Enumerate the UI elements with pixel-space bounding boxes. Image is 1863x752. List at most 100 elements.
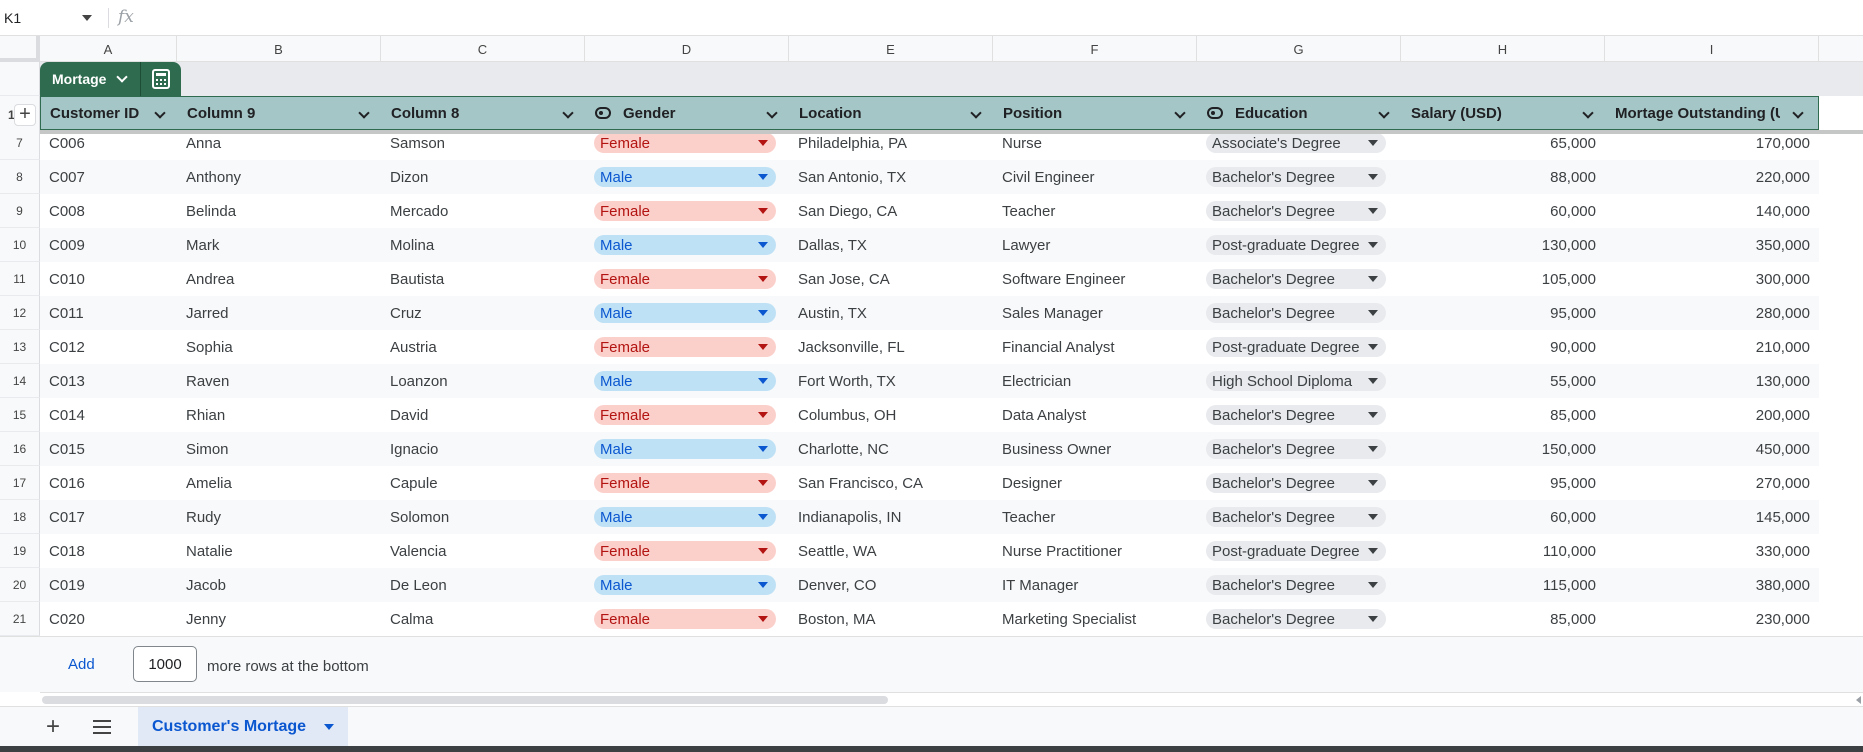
table-cell[interactable]: Austin, TX bbox=[789, 296, 993, 330]
chevron-down-icon[interactable] bbox=[116, 71, 129, 83]
insert-row-plus-icon[interactable]: + bbox=[14, 104, 36, 126]
education-dropdown-chip[interactable]: Bachelor's Degree bbox=[1206, 201, 1386, 221]
table-row[interactable]: C015 Simon Ignacio Male Charlotte, NC Busines… bbox=[40, 432, 1819, 466]
gender-dropdown-chip[interactable]: Male bbox=[594, 507, 776, 527]
table-cell[interactable]: 140,000 bbox=[1605, 194, 1819, 228]
table-cell[interactable]: Denver, CO bbox=[789, 568, 993, 602]
table-cell[interactable]: 210,000 bbox=[1605, 330, 1819, 364]
table-cell[interactable]: 230,000 bbox=[1605, 602, 1819, 636]
education-dropdown-chip[interactable]: Bachelor's Degree bbox=[1206, 303, 1386, 323]
add-sheet-plus-icon[interactable]: + bbox=[46, 713, 60, 741]
table-cell[interactable]: Male bbox=[585, 364, 789, 398]
table-header-cell[interactable]: Column 8 bbox=[382, 97, 586, 129]
dropdown-arrow-icon[interactable] bbox=[1368, 548, 1378, 554]
row-header[interactable]: 18 bbox=[0, 500, 40, 534]
column-header-h[interactable]: H bbox=[1401, 36, 1605, 62]
table-row[interactable]: C014 Rhian David Female Columbus, OH Data Ana… bbox=[40, 398, 1819, 432]
row-header[interactable]: 20 bbox=[0, 568, 40, 602]
table-cell[interactable]: Nurse Practitioner bbox=[993, 534, 1197, 568]
table-cell[interactable]: San Diego, CA bbox=[789, 194, 993, 228]
table-cell[interactable]: Solomon bbox=[381, 500, 585, 534]
dropdown-arrow-icon[interactable] bbox=[758, 412, 768, 418]
table-row[interactable]: C016 Amelia Capule Female San Francisco, CA D… bbox=[40, 466, 1819, 500]
table-cell[interactable]: Data Analyst bbox=[993, 398, 1197, 432]
table-header-cell[interactable]: Mortage Outstanding (USD) bbox=[1606, 97, 1804, 129]
gender-dropdown-chip[interactable]: Female bbox=[594, 405, 776, 425]
table-cell[interactable]: 130,000 bbox=[1401, 228, 1605, 262]
education-dropdown-chip[interactable]: Bachelor's Degree bbox=[1206, 405, 1386, 425]
table-cell[interactable]: Bachelor's Degree bbox=[1197, 262, 1401, 296]
table-cell[interactable]: 350,000 bbox=[1605, 228, 1819, 262]
table-cell[interactable]: Molina bbox=[381, 228, 585, 262]
table-cell[interactable]: 200,000 bbox=[1605, 398, 1819, 432]
table-cell[interactable]: Civil Engineer bbox=[993, 160, 1197, 194]
row-header[interactable]: 15 bbox=[0, 398, 40, 432]
table-cell[interactable]: Financial Analyst bbox=[993, 330, 1197, 364]
dropdown-arrow-icon[interactable] bbox=[1368, 378, 1378, 384]
chevron-down-icon[interactable] bbox=[358, 107, 370, 119]
column-header-a[interactable]: A bbox=[40, 36, 177, 62]
table-cell[interactable]: Lawyer bbox=[993, 228, 1197, 262]
table-cell[interactable]: 450,000 bbox=[1605, 432, 1819, 466]
chevron-down-icon[interactable] bbox=[324, 724, 334, 730]
table-cell[interactable]: C007 bbox=[40, 160, 177, 194]
gender-dropdown-chip[interactable]: Female bbox=[594, 337, 776, 357]
table-cell[interactable]: 220,000 bbox=[1605, 160, 1819, 194]
table-cell[interactable]: C011 bbox=[40, 296, 177, 330]
table-cell[interactable]: Bachelor's Degree bbox=[1197, 398, 1401, 432]
row-header[interactable]: 16 bbox=[0, 432, 40, 466]
dropdown-arrow-icon[interactable] bbox=[758, 174, 768, 180]
table-cell[interactable]: Bachelor's Degree bbox=[1197, 466, 1401, 500]
horizontal-scrollbar[interactable] bbox=[40, 692, 1863, 706]
education-dropdown-chip[interactable]: Bachelor's Degree bbox=[1206, 269, 1386, 289]
table-cell[interactable]: Female bbox=[585, 262, 789, 296]
table-cell[interactable]: Bautista bbox=[381, 262, 585, 296]
table-row[interactable]: C018 Natalie Valencia Female Seattle, WA Nurs… bbox=[40, 534, 1819, 568]
table-cell[interactable]: Teacher bbox=[993, 194, 1197, 228]
table-cell[interactable]: Female bbox=[585, 602, 789, 636]
table-cell[interactable]: Sophia bbox=[177, 330, 381, 364]
calculator-icon[interactable] bbox=[147, 62, 175, 96]
table-cell[interactable]: C014 bbox=[40, 398, 177, 432]
table-cell[interactable]: C020 bbox=[40, 602, 177, 636]
table-cell[interactable]: C019 bbox=[40, 568, 177, 602]
table-cell[interactable]: Designer bbox=[993, 466, 1197, 500]
table-cell[interactable]: Fort Worth, TX bbox=[789, 364, 993, 398]
table-cell[interactable]: 60,000 bbox=[1401, 500, 1605, 534]
table-cell[interactable]: Natalie bbox=[177, 534, 381, 568]
gender-dropdown-chip[interactable]: Female bbox=[594, 201, 776, 221]
column-header-i[interactable]: I bbox=[1605, 36, 1819, 62]
table-cell[interactable]: 85,000 bbox=[1401, 602, 1605, 636]
table-cell[interactable]: Dallas, TX bbox=[789, 228, 993, 262]
dropdown-arrow-icon[interactable] bbox=[758, 582, 768, 588]
table-cell[interactable]: Columbus, OH bbox=[789, 398, 993, 432]
table-cell[interactable]: Software Engineer bbox=[993, 262, 1197, 296]
table-cell[interactable]: 95,000 bbox=[1401, 296, 1605, 330]
table-cell[interactable]: Post-graduate Degree bbox=[1197, 330, 1401, 364]
frozen-row-divider[interactable] bbox=[0, 130, 1863, 134]
add-rows-button[interactable]: Add bbox=[68, 656, 95, 673]
add-rows-count-input[interactable]: 1000 bbox=[133, 646, 197, 682]
table-cell[interactable]: Bachelor's Degree bbox=[1197, 500, 1401, 534]
scrollbar-thumb[interactable] bbox=[42, 696, 888, 704]
table-cell[interactable]: 150,000 bbox=[1401, 432, 1605, 466]
chevron-down-icon[interactable] bbox=[562, 107, 574, 119]
table-cell[interactable]: Male bbox=[585, 432, 789, 466]
chevron-down-icon[interactable] bbox=[766, 107, 778, 119]
table-cell[interactable]: 90,000 bbox=[1401, 330, 1605, 364]
education-dropdown-chip[interactable]: High School Diploma bbox=[1206, 371, 1386, 391]
table-header-cell[interactable]: Column 9 bbox=[178, 97, 382, 129]
gender-dropdown-chip[interactable]: Male bbox=[594, 235, 776, 255]
column-header-b[interactable]: B bbox=[177, 36, 381, 62]
table-cell[interactable]: Female bbox=[585, 330, 789, 364]
table-cell[interactable]: Belinda bbox=[177, 194, 381, 228]
table-cell[interactable]: 300,000 bbox=[1605, 262, 1819, 296]
dropdown-arrow-icon[interactable] bbox=[758, 480, 768, 486]
table-cell[interactable]: 330,000 bbox=[1605, 534, 1819, 568]
dropdown-arrow-icon[interactable] bbox=[758, 276, 768, 282]
table-cell[interactable]: Raven bbox=[177, 364, 381, 398]
select-all-corner[interactable] bbox=[0, 36, 40, 62]
table-cell[interactable]: Female bbox=[585, 194, 789, 228]
table-cell[interactable]: 85,000 bbox=[1401, 398, 1605, 432]
table-cell[interactable]: C013 bbox=[40, 364, 177, 398]
